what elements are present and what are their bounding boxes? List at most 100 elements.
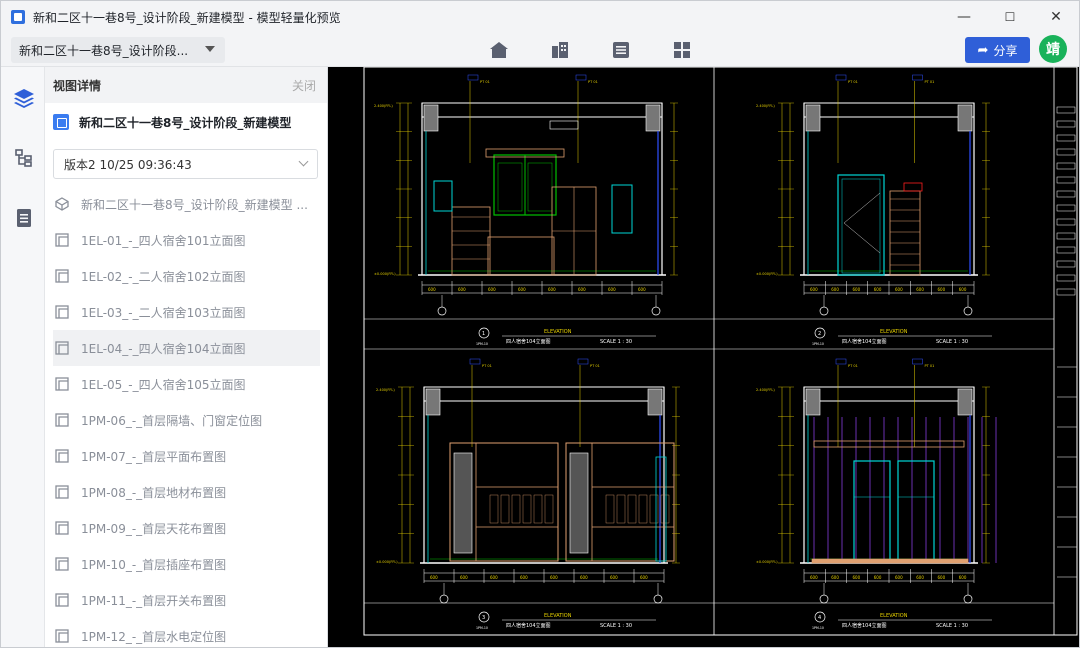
dimension-text: 600 [959,287,967,292]
material-tag-text: PT 01 [848,80,858,84]
list-item[interactable]: 新和二区十一巷8号_设计阶段_新建模型 ... [53,186,320,222]
material-tag [575,74,587,81]
tree-icon[interactable] [13,147,35,169]
drawer [660,494,670,524]
dimension-text: 600 [853,575,861,580]
drawer [638,494,648,524]
list-item-label: 1PM-12_-_首层水电定位图 [81,629,227,644]
view-heading: ELEVATION [880,329,908,335]
bunk-ladder [569,452,589,554]
list-item[interactable]: 1PM-12_-_首层水电定位图 [53,618,320,647]
title-block-cell [1056,148,1076,156]
grid-bubble [819,306,829,316]
dimension-text: 600 [810,575,818,580]
model-selector[interactable]: 新和二区十一巷8号_设计阶段... [11,37,225,63]
document-icon[interactable] [13,207,35,229]
dimension-text: 600 [916,287,924,292]
list-icon[interactable] [609,39,633,61]
window-pane [527,162,553,212]
dimension-text: 600 [548,287,556,292]
material-tag [467,74,479,81]
list-item-label: 1EL-02_-_二人宿舍102立面图 [81,269,246,284]
model-selector-label: 新和二区十一巷8号_设计阶段... [19,43,189,58]
sheet-icon [55,233,69,247]
door-frame [837,174,885,276]
view-list: 新和二区十一巷8号_设计阶段_新建模型 ... 1EL-01_-_四人宿舍101立… [45,186,327,647]
list-item[interactable]: 1PM-10_-_首层插座布置图 [53,546,320,582]
list-item[interactable]: 1EL-04_-_四人宿舍104立面图 [53,330,320,366]
top-toolbar: 新和二区十一巷8号_设计阶段... ➦ 分享 靖 [1,33,1079,67]
view-sheet-ref: 1PM-10 [812,342,824,346]
dimension-text: 600 [428,287,436,292]
list-item[interactable]: 1PM-08_-_首层地材布置图 [53,474,320,510]
dimension-text: 600 [518,287,526,292]
level-text: ±0.000(FFL) [376,560,398,564]
title-block-cell [1056,246,1076,254]
level-text: ±0.000(FFL) [374,272,396,276]
beam-section [805,104,821,132]
list-item-label: 1PM-07_-_首层平面布置图 [81,449,227,464]
title-block-cell [1056,260,1076,268]
list-item[interactable]: 1PM-11_-_首层开关布置图 [53,582,320,618]
level-text: 2.400(FFL) [374,104,393,108]
model-title: 新和二区十一巷8号_设计阶段_新建模型 [79,115,292,130]
drawer [511,494,521,524]
cad-drawing[interactable]: 600 600 600 600 600 600 600 600 2.400(FFL) ±0.000… [328,67,1079,647]
dimension-text: 600 [895,575,903,580]
bunk-ladder [453,452,473,554]
share-button[interactable]: ➦ 分享 [965,37,1030,63]
list-item[interactable]: 1EL-01_-_四人宿舍101立面图 [53,222,320,258]
home-icon[interactable] [487,39,511,61]
level-text: 2.400(FFL) [756,388,775,392]
model-file-icon [53,114,69,130]
dimension-text: 600 [874,287,882,292]
grid-bubble [963,306,973,316]
list-item-label: 1PM-10_-_首层插座布置图 [81,557,227,572]
list-item[interactable]: 1EL-02_-_二人宿舍102立面图 [53,258,320,294]
switch-panel [903,182,923,192]
panel-close-button[interactable]: 关闭 [292,77,316,94]
version-dropdown[interactable]: 版本2 10/25 09:36:43 [53,149,318,179]
share-arrow-icon: ➦ [977,42,989,58]
close-window-button[interactable]: ✕ [1033,1,1079,33]
material-tag-text: PT 01 [480,80,490,84]
grid-bubble [651,306,661,316]
building-icon[interactable] [548,39,572,61]
sheet-icon [55,557,69,571]
material-tag [469,358,481,365]
mirror [433,180,453,212]
window-controls: — ☐ ✕ [941,1,1079,33]
maximize-button[interactable]: ☐ [987,1,1033,33]
view-name: 四人宿舍104立面图 [506,622,551,629]
list-item[interactable]: 1PM-07_-_首层平面布置图 [53,438,320,474]
view-scale: SCALE 1 : 30 [936,623,968,629]
drawing-viewport[interactable]: 600 600 600 600 600 600 600 600 2.400(FFL) ±0.000… [328,67,1079,647]
list-item[interactable]: 1EL-05_-_四人宿舍105立面图 [53,366,320,402]
layers-icon[interactable] [13,87,35,109]
list-item[interactable]: 1EL-03_-_二人宿舍103立面图 [53,294,320,330]
ceiling-band [803,102,975,118]
user-avatar[interactable]: 靖 [1039,35,1067,63]
material-tag-text: PT 01 [482,364,492,368]
dimension-text: 600 [608,287,616,292]
material-tag-text: PT 01 [590,364,600,368]
sheet-icon [55,593,69,607]
level-text: 2.400(FFL) [376,388,395,392]
grid-icon[interactable] [670,39,694,61]
beam-section [425,388,441,416]
sheet-icon [55,629,69,643]
beam-section [423,104,439,132]
model-title-row: 新和二区十一巷8号_设计阶段_新建模型 [45,107,327,137]
list-item[interactable]: 1PM-09_-_首层天花布置图 [53,510,320,546]
list-item-label: 1EL-03_-_二人宿舍103立面图 [81,305,246,320]
beam-section [645,104,661,132]
dimension-text: 600 [488,287,496,292]
grid-bubble [653,594,663,604]
minimize-button[interactable]: — [941,1,987,33]
title-block-cell [1056,204,1076,212]
list-item[interactable]: 1PM-06_-_首层隔墙、门窗定位图 [53,402,320,438]
version-value: 版本2 10/25 09:36:43 [64,157,192,172]
view-scale: SCALE 1 : 30 [600,339,632,345]
ceiling-band [423,386,665,402]
ceiling-band [421,102,663,118]
